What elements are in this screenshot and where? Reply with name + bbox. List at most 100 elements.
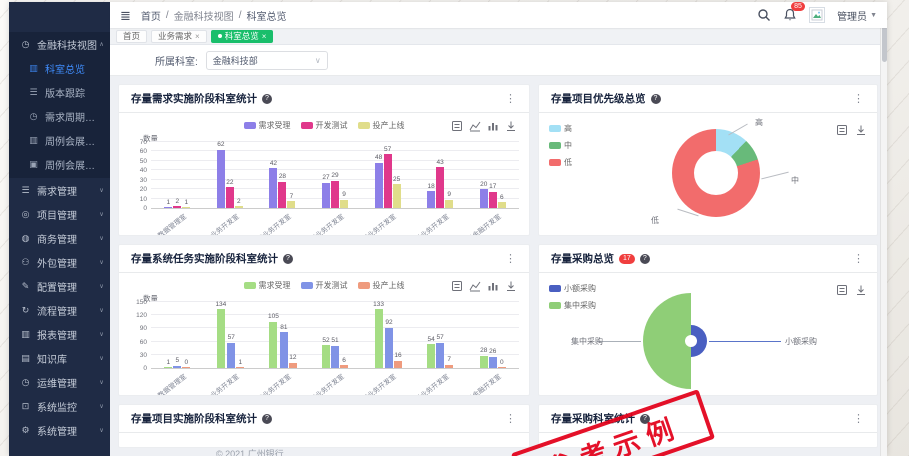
legend-item[interactable]: 投产上线 xyxy=(358,280,405,291)
chevron-icon: ∨ xyxy=(99,306,104,313)
download-icon[interactable] xyxy=(505,279,517,291)
search-icon[interactable] xyxy=(757,8,771,22)
data-view-icon[interactable] xyxy=(451,279,463,291)
sidebar-group-系统监控[interactable]: ⊡系统监控∨ xyxy=(9,394,110,418)
legend-item[interactable]: 开发测试 xyxy=(301,280,348,291)
bar-chart-icon: ▥ xyxy=(27,135,40,146)
bar xyxy=(269,168,277,208)
legend-item[interactable]: 中 xyxy=(549,140,572,151)
sidebar-group-系统管理[interactable]: ⚙系统管理∨ xyxy=(9,418,110,442)
main-area: ≣ 首页/ 金融科技视图/ 科室总览 85 管理员 ▼ xyxy=(110,2,887,456)
legend-item[interactable]: 投产上线 xyxy=(358,120,405,131)
card-more-icon[interactable]: ⋮ xyxy=(853,252,865,265)
help-icon[interactable]: ? xyxy=(283,254,293,264)
bar xyxy=(394,361,402,368)
breadcrumb-mid[interactable]: 金融科技视图 xyxy=(174,8,234,23)
collapse-menu-icon[interactable]: ≣ xyxy=(120,9,131,22)
avatar[interactable] xyxy=(809,7,825,23)
tab-业务需求[interactable]: 业务需求× xyxy=(151,30,207,43)
sidebar-group-项目管理[interactable]: ◎项目管理∨ xyxy=(9,202,110,226)
notification-badge: 85 xyxy=(791,2,805,11)
card-more-icon[interactable]: ⋮ xyxy=(853,412,865,425)
sidebar-item-周例会展示报表-项目[interactable]: ▥周例会展示报表-项目 xyxy=(9,128,110,152)
sidebar-group-流程管理[interactable]: ↻流程管理∨ xyxy=(9,298,110,322)
sidebar-group-运维管理[interactable]: ◷运维管理∨ xyxy=(9,370,110,394)
bar xyxy=(235,206,243,208)
card-title: 存量项目优先级总览 xyxy=(551,91,646,106)
help-icon[interactable]: ? xyxy=(651,94,661,104)
bar xyxy=(278,182,286,208)
bar xyxy=(489,357,497,368)
card-title: 存量项目实施阶段科室统计 xyxy=(131,411,257,426)
close-tab-icon[interactable]: × xyxy=(262,32,267,41)
chevron-icon: ∨ xyxy=(99,186,104,193)
card-title: 存量采购总览 xyxy=(551,251,614,266)
sidebar-group-知识库[interactable]: ▤知识库∨ xyxy=(9,346,110,370)
data-view-icon[interactable] xyxy=(836,123,848,135)
tab-科室总览[interactable]: 科室总览× xyxy=(211,30,274,43)
gear-icon: ⚙ xyxy=(19,425,32,436)
sidebar-group-金融科技视图[interactable]: ◷金融科技视图∧ xyxy=(9,32,110,56)
legend-item[interactable]: 集中采购 xyxy=(549,300,596,311)
legend-item[interactable]: 高 xyxy=(549,123,572,134)
user-name: 管理员 xyxy=(837,8,867,23)
x-axis-label: 创新业务开发室 xyxy=(407,211,451,236)
bar xyxy=(322,183,330,208)
legend-item[interactable]: 开发测试 xyxy=(301,120,348,131)
data-view-icon[interactable] xyxy=(451,119,463,131)
globe-icon: ◍ xyxy=(19,233,32,244)
legend-item[interactable]: 需求受理 xyxy=(244,120,291,131)
sidebar-item-科室总览[interactable]: ▥科室总览 xyxy=(9,56,110,80)
help-icon[interactable]: ? xyxy=(640,254,650,264)
scrollbar[interactable] xyxy=(880,2,887,456)
legend-item[interactable]: 低 xyxy=(549,157,572,168)
bar xyxy=(182,207,190,208)
sidebar-item-版本跟踪[interactable]: ☰版本跟踪 xyxy=(9,80,110,104)
breadcrumb-home[interactable]: 首页 xyxy=(141,8,161,23)
sidebar-item-周例会展示报表-采购[interactable]: ▣周例会展示报表-采购 xyxy=(9,152,110,176)
sidebar-group-报表管理[interactable]: ▥报表管理∨ xyxy=(9,322,110,346)
bar-chart-icon[interactable] xyxy=(487,119,499,131)
bar-chart-icon: ▥ xyxy=(27,63,40,74)
bar xyxy=(280,332,288,368)
bar-chart-icon[interactable] xyxy=(487,279,499,291)
sidebar-group-商务管理[interactable]: ◍商务管理∨ xyxy=(9,226,110,250)
bar xyxy=(445,200,453,208)
line-chart-icon[interactable] xyxy=(469,119,481,131)
data-view-icon[interactable] xyxy=(836,283,848,295)
card-more-icon[interactable]: ⋮ xyxy=(505,92,517,105)
legend-item[interactable]: 需求受理 xyxy=(244,280,291,291)
department-select-value: 金融科技部 xyxy=(213,54,258,67)
slice-label: 集中采购 xyxy=(571,336,603,347)
user-menu[interactable]: 管理员 ▼ xyxy=(837,8,877,23)
edit-icon: ✎ xyxy=(19,281,32,292)
close-tab-icon[interactable]: × xyxy=(195,32,200,41)
sidebar-item-需求周期视图[interactable]: ◷需求周期视图 xyxy=(9,104,110,128)
bar xyxy=(236,367,244,368)
bar xyxy=(164,207,172,208)
department-select[interactable]: 金融科技部 ∨ xyxy=(206,51,328,70)
rose-chart-purchase: 小额采购集中采购集中采购小额采购 xyxy=(539,273,877,395)
card-purchase-overview: 存量采购总览 17 ? ⋮ 小额采购集中采购集中采购小额采购 xyxy=(538,244,878,396)
sidebar-group-需求管理[interactable]: ☰需求管理∨ xyxy=(9,178,110,202)
help-icon[interactable]: ? xyxy=(262,94,272,104)
legend-item[interactable]: 小额采购 xyxy=(549,283,596,294)
card-more-icon[interactable]: ⋮ xyxy=(505,412,517,425)
slice-label: 小额采购 xyxy=(785,336,817,347)
card-more-icon[interactable]: ⋮ xyxy=(505,252,517,265)
download-icon[interactable] xyxy=(505,119,517,131)
download-icon[interactable] xyxy=(855,283,867,295)
card-more-icon[interactable]: ⋮ xyxy=(853,92,865,105)
notifications-bell-icon[interactable]: 85 xyxy=(783,8,797,22)
bar xyxy=(217,309,225,368)
clock-icon: ◷ xyxy=(27,111,40,122)
line-chart-icon[interactable] xyxy=(469,279,481,291)
download-icon[interactable] xyxy=(855,123,867,135)
sidebar-group-外包管理[interactable]: ⚇外包管理∨ xyxy=(9,250,110,274)
help-icon[interactable]: ? xyxy=(262,414,272,424)
card-project-priority: 存量项目优先级总览 ? ⋮ 高中低高中低 xyxy=(538,84,878,236)
filter-label: 所属科室: xyxy=(155,53,198,68)
chevron-down-icon: ∨ xyxy=(315,56,321,65)
tab-首页[interactable]: 首页 xyxy=(116,30,147,43)
sidebar-group-配置管理[interactable]: ✎配置管理∨ xyxy=(9,274,110,298)
